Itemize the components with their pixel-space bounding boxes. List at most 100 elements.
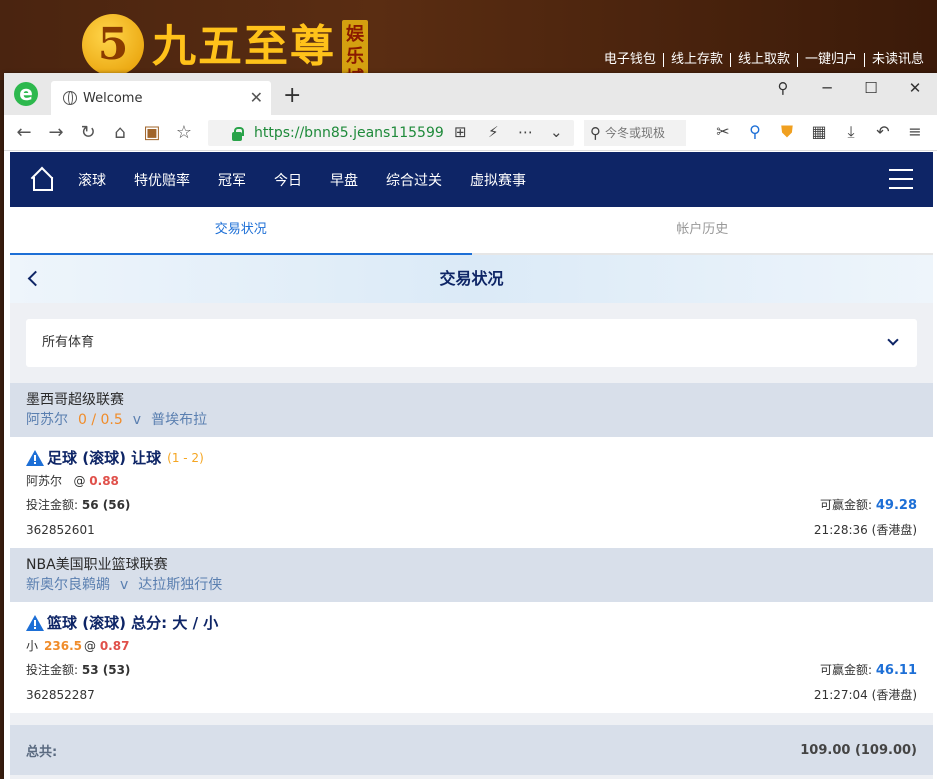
league-name: NBA美国职业篮球联赛 — [26, 557, 168, 573]
nav-item-outright[interactable]: 冠军 — [218, 170, 246, 190]
home-team: 新奥尔良鹈鹕 — [26, 577, 110, 593]
nav-item-today[interactable]: 今日 — [274, 170, 302, 190]
league-header: NBA美国职业篮球联赛 新奥尔良鹈鹕 v 达拉斯独行侠 — [10, 548, 933, 602]
lock-icon — [232, 127, 244, 141]
away-team: 达拉斯独行侠 — [138, 577, 223, 593]
new-tab-button[interactable]: + — [283, 83, 301, 108]
logo-text: 九五至尊 — [152, 21, 336, 72]
match-teams: 阿苏尔 0 / 0.5 v 普埃布拉 — [26, 409, 917, 431]
window-controls: ⚲ ─ ☐ ✕ — [761, 73, 937, 103]
link-wallet[interactable]: 电子钱包 — [597, 53, 663, 67]
link-withdraw[interactable]: 线上取款 — [729, 53, 797, 67]
win-label: 可赢金额: — [820, 663, 873, 677]
bet-card: 足球 (滚球) 让球 (1 - 2) 阿苏尔 @ 0.88 投注金额: 56 (… — [10, 437, 933, 548]
bet-meta-row: 362852601 21:28:36 (香港盘) — [26, 518, 917, 542]
nav-item-live[interactable]: 滚球 — [78, 170, 106, 190]
bet-title: 篮球 (滚球) 总分: 大 / 小 — [26, 612, 917, 634]
close-window-button[interactable]: ✕ — [893, 73, 937, 103]
logo-tag: 娱乐城 — [342, 20, 368, 89]
bet-odds: 0.88 — [89, 474, 119, 488]
bet-amount-row: 投注金额: 53 (53) 可赢金额: 46.11 — [26, 658, 917, 683]
minimize-button[interactable]: ─ — [805, 73, 849, 103]
link-deposit[interactable]: 线上存款 — [662, 53, 730, 67]
win-value: 46.11 — [875, 663, 917, 678]
browser-toolbar: ← → ↻ ⌂ ▣ ☆ https://bnn85.jeans115599.c … — [4, 115, 937, 151]
search-box[interactable]: ⚲ — [584, 120, 686, 146]
sub-tabs: 交易状况 帐户历史 — [10, 207, 933, 255]
total-line: 236.5 — [44, 639, 82, 653]
bet-title: 足球 (滚球) 让球 (1 - 2) — [26, 447, 917, 469]
bet-time: 21:28:36 (香港盘) — [813, 523, 917, 537]
sport-filter-select[interactable]: 所有体育 — [26, 319, 917, 367]
briefcase-icon[interactable]: ▣ — [136, 122, 168, 143]
download-icon[interactable]: ⤓ — [835, 120, 867, 144]
bet-selection-row: 阿苏尔 @ 0.88 — [26, 469, 917, 493]
address-bar[interactable]: https://bnn85.jeans115599.c ⊞ ⚡ ⋯ ⌄ — [208, 120, 574, 146]
tab-bet-status[interactable]: 交易状况 — [10, 207, 472, 255]
bet-selection: 小 — [26, 639, 39, 653]
nav-item-virtual[interactable]: 虚拟赛事 — [470, 170, 526, 190]
sport-filter-value: 所有体育 — [42, 335, 95, 350]
stake-value: 56 (56) — [81, 498, 131, 512]
at-sign: @ — [83, 639, 96, 653]
forward-icon[interactable]: → — [40, 122, 72, 143]
undo-icon[interactable]: ↶ — [867, 120, 899, 144]
tab-welcome[interactable]: Welcome ✕ — [51, 81, 271, 115]
bet-card: 篮球 (滚球) 总分: 大 / 小 小 236.5 @ 0.87 投注金额: 53 … — [10, 602, 933, 713]
ticket-id: 362852601 — [26, 523, 95, 537]
browser-logo-icon[interactable]: e — [14, 82, 38, 106]
link-transfer[interactable]: 一键归户 — [796, 53, 864, 67]
toolbar-right-icons: ✂ ⚲ ⛊ ▦ ⤓ ↶ ≡ — [707, 120, 931, 144]
tab-close-icon[interactable]: ✕ — [250, 88, 263, 107]
home-team: 阿苏尔 — [26, 412, 68, 428]
translate-icon[interactable]: ⊞ — [454, 123, 467, 141]
total-label: 总共: — [26, 744, 58, 760]
menu-icon[interactable]: ≡ — [899, 120, 931, 144]
search-icon: ⚲ — [590, 124, 601, 142]
main-nav: 滚球 特优赔率 冠军 今日 早盘 综合过关 虚拟赛事 — [10, 152, 933, 207]
nav-item-best-odds[interactable]: 特优赔率 — [134, 170, 190, 190]
tab-account-history[interactable]: 帐户历史 — [471, 207, 933, 255]
logo-icon: 5 — [82, 14, 144, 76]
nav-item-early[interactable]: 早盘 — [330, 170, 358, 190]
reload-icon[interactable]: ↻ — [72, 122, 104, 143]
away-team: 普埃布拉 — [151, 412, 208, 428]
bet-selection-row: 小 236.5 @ 0.87 — [26, 634, 917, 658]
warning-icon — [26, 615, 44, 631]
shirt-icon[interactable]: ⚲ — [761, 73, 805, 103]
back-icon[interactable]: ← — [8, 122, 40, 143]
favorites-icon[interactable]: ☆ — [168, 122, 200, 143]
warning-icon — [26, 450, 44, 466]
globe-icon — [63, 91, 77, 105]
match-teams: 新奥尔良鹈鹕 v 达拉斯独行侠 — [26, 574, 917, 596]
lightning-icon[interactable]: ⚡ — [488, 123, 499, 141]
url-text: https://bnn85.jeans115599.c — [254, 125, 444, 141]
page-title: 交易状况 — [439, 269, 504, 288]
bet-time: 21:27:04 (香港盘) — [813, 688, 917, 702]
hamburger-menu-icon[interactable] — [889, 169, 913, 189]
vs-label: v — [120, 577, 129, 593]
league-header: 墨西哥超级联赛 阿苏尔 0 / 0.5 v 普埃布拉 — [10, 383, 933, 437]
search-input[interactable] — [605, 126, 675, 140]
league-name: 墨西哥超级联赛 — [26, 392, 124, 408]
more-icon[interactable]: ⋯ — [518, 123, 533, 141]
back-arrow-icon[interactable] — [27, 270, 44, 287]
shield-icon[interactable]: ⛊ — [771, 120, 803, 144]
live-score: (1 - 2) — [167, 451, 204, 465]
ticket-id: 362852287 — [26, 688, 95, 702]
scissors-icon[interactable]: ✂ — [707, 120, 739, 144]
total-row: 总共: 109.00 (109.00) — [10, 725, 933, 775]
home-icon[interactable] — [32, 171, 54, 191]
tab-title: Welcome — [83, 90, 143, 106]
link-messages[interactable]: 未读讯息 — [863, 53, 931, 67]
maximize-button[interactable]: ☐ — [849, 73, 893, 103]
chevron-down-icon — [887, 334, 899, 346]
stake-label: 投注金额: — [26, 663, 79, 677]
win-label: 可赢金额: — [820, 498, 873, 512]
grid-icon[interactable]: ▦ — [803, 120, 835, 144]
nav-item-parlay[interactable]: 综合过关 — [386, 170, 442, 190]
chevron-down-icon[interactable]: ⌄ — [550, 123, 563, 141]
home-icon[interactable]: ⌂ — [104, 122, 136, 143]
bet-type: 足球 (滚球) 让球 — [47, 449, 162, 467]
magnifier-icon[interactable]: ⚲ — [739, 120, 771, 144]
